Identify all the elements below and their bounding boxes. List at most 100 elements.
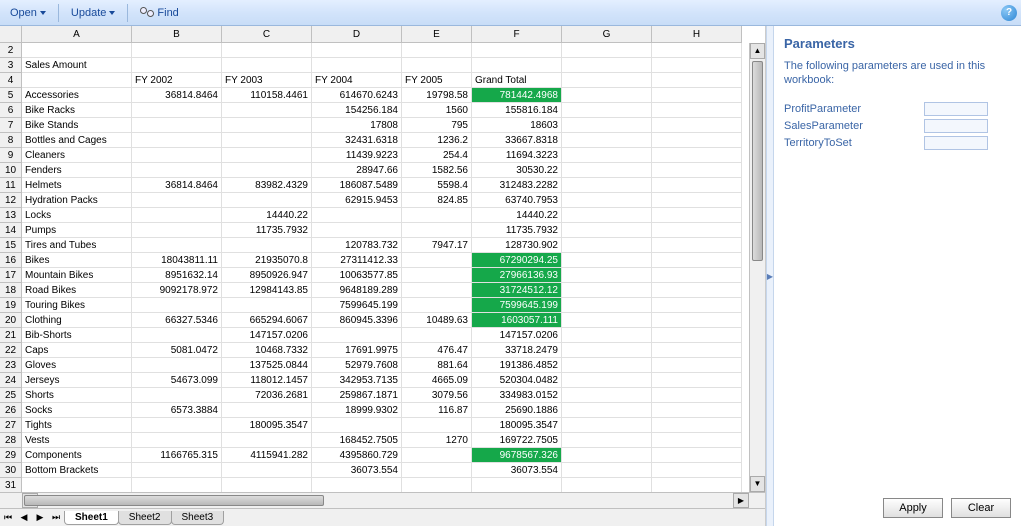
cell[interactable]: 11735.7932: [222, 223, 312, 238]
cell[interactable]: 9092178.972: [132, 283, 222, 298]
row-header[interactable]: 13: [0, 208, 22, 223]
cell[interactable]: 18999.9302: [312, 403, 402, 418]
parameter-input[interactable]: [924, 119, 988, 133]
row-header[interactable]: 11: [0, 178, 22, 193]
clear-button[interactable]: Clear: [951, 498, 1011, 518]
cell[interactable]: Tires and Tubes: [22, 238, 132, 253]
cell[interactable]: Bike Racks: [22, 103, 132, 118]
cell[interactable]: 83982.4329: [222, 178, 312, 193]
cell[interactable]: Locks: [22, 208, 132, 223]
cell[interactable]: 1270: [402, 433, 472, 448]
column-header[interactable]: B: [132, 26, 222, 43]
sheet-tab[interactable]: Sheet1: [64, 511, 119, 525]
cell[interactable]: FY 2004: [312, 73, 402, 88]
row-header[interactable]: 23: [0, 358, 22, 373]
row-header[interactable]: 2: [0, 43, 22, 58]
row-header[interactable]: 4: [0, 73, 22, 88]
cell[interactable]: 1582.56: [402, 163, 472, 178]
find-button[interactable]: Find: [134, 5, 184, 21]
cell[interactable]: 1236.2: [402, 133, 472, 148]
sheet-tab[interactable]: Sheet3: [171, 511, 225, 525]
row-header[interactable]: 7: [0, 118, 22, 133]
cell[interactable]: Components: [22, 448, 132, 463]
collapse-panel-handle[interactable]: ▶: [766, 26, 774, 526]
row-header[interactable]: 6: [0, 103, 22, 118]
column-header[interactable]: F: [472, 26, 562, 43]
vertical-scrollbar[interactable]: ▲ ▼: [749, 43, 765, 492]
cell[interactable]: 476.47: [402, 343, 472, 358]
cell[interactable]: Bike Stands: [22, 118, 132, 133]
cell[interactable]: 1560: [402, 103, 472, 118]
cell[interactable]: 18043811.11: [132, 253, 222, 268]
row-header[interactable]: 19: [0, 298, 22, 313]
cell[interactable]: 25690.1886: [472, 403, 562, 418]
help-icon[interactable]: ?: [1001, 5, 1017, 21]
cell[interactable]: 7599645.199: [472, 298, 562, 313]
scroll-up-icon[interactable]: ▲: [750, 43, 765, 59]
column-header[interactable]: E: [402, 26, 472, 43]
cell[interactable]: 62915.9453: [312, 193, 402, 208]
cell[interactable]: 520304.0482: [472, 373, 562, 388]
cell[interactable]: 186087.5489: [312, 178, 402, 193]
cell[interactable]: Accessories: [22, 88, 132, 103]
cell[interactable]: 36814.8464: [132, 178, 222, 193]
cell[interactable]: 8950926.947: [222, 268, 312, 283]
cell[interactable]: 14440.22: [472, 208, 562, 223]
column-header[interactable]: H: [652, 26, 742, 43]
scroll-down-icon[interactable]: ▼: [750, 476, 765, 492]
cell[interactable]: 10489.63: [402, 313, 472, 328]
cell[interactable]: 191386.4852: [472, 358, 562, 373]
cell[interactable]: 180095.3547: [472, 418, 562, 433]
cell[interactable]: 168452.7505: [312, 433, 402, 448]
cell[interactable]: 781442.4968: [472, 88, 562, 103]
cell[interactable]: Cleaners: [22, 148, 132, 163]
cell[interactable]: 881.64: [402, 358, 472, 373]
row-header[interactable]: 9: [0, 148, 22, 163]
column-header[interactable]: G: [562, 26, 652, 43]
cell-grid[interactable]: Sales AmountFY 2002FY 2003FY 2004FY 2005…: [22, 43, 749, 492]
row-header[interactable]: 16: [0, 253, 22, 268]
cell[interactable]: 10468.7332: [222, 343, 312, 358]
cell[interactable]: 116.87: [402, 403, 472, 418]
row-header[interactable]: 15: [0, 238, 22, 253]
cell[interactable]: 110158.4461: [222, 88, 312, 103]
cell[interactable]: 155816.184: [472, 103, 562, 118]
cell[interactable]: 5081.0472: [132, 343, 222, 358]
row-header[interactable]: 26: [0, 403, 22, 418]
cell[interactable]: 665294.6067: [222, 313, 312, 328]
cell[interactable]: 36073.554: [312, 463, 402, 478]
cell[interactable]: 6573.3884: [132, 403, 222, 418]
cell[interactable]: 5598.4: [402, 178, 472, 193]
cell[interactable]: 860945.3396: [312, 313, 402, 328]
cell[interactable]: 169722.7505: [472, 433, 562, 448]
select-all-corner[interactable]: [0, 26, 22, 43]
column-header[interactable]: D: [312, 26, 402, 43]
cell[interactable]: 3079.56: [402, 388, 472, 403]
update-menu[interactable]: Update: [65, 5, 121, 21]
row-header[interactable]: 18: [0, 283, 22, 298]
cell[interactable]: 30530.22: [472, 163, 562, 178]
cell[interactable]: 8951632.14: [132, 268, 222, 283]
cell[interactable]: Road Bikes: [22, 283, 132, 298]
cell[interactable]: 137525.0844: [222, 358, 312, 373]
cell[interactable]: 11694.3223: [472, 148, 562, 163]
row-header[interactable]: 24: [0, 373, 22, 388]
row-header[interactable]: 5: [0, 88, 22, 103]
cell[interactable]: 17691.9975: [312, 343, 402, 358]
cell[interactable]: 147157.0206: [222, 328, 312, 343]
cell[interactable]: Fenders: [22, 163, 132, 178]
cell[interactable]: Jerseys: [22, 373, 132, 388]
cell[interactable]: 7947.17: [402, 238, 472, 253]
cell[interactable]: 4115941.282: [222, 448, 312, 463]
cell[interactable]: 824.85: [402, 193, 472, 208]
row-header[interactable]: 12: [0, 193, 22, 208]
cell[interactable]: 66327.5346: [132, 313, 222, 328]
cell[interactable]: Shorts: [22, 388, 132, 403]
cell[interactable]: Pumps: [22, 223, 132, 238]
row-header[interactable]: 29: [0, 448, 22, 463]
cell[interactable]: 21935070.8: [222, 253, 312, 268]
cell[interactable]: 312483.2282: [472, 178, 562, 193]
cell[interactable]: 54673.099: [132, 373, 222, 388]
cell[interactable]: Clothing: [22, 313, 132, 328]
cell[interactable]: 128730.902: [472, 238, 562, 253]
